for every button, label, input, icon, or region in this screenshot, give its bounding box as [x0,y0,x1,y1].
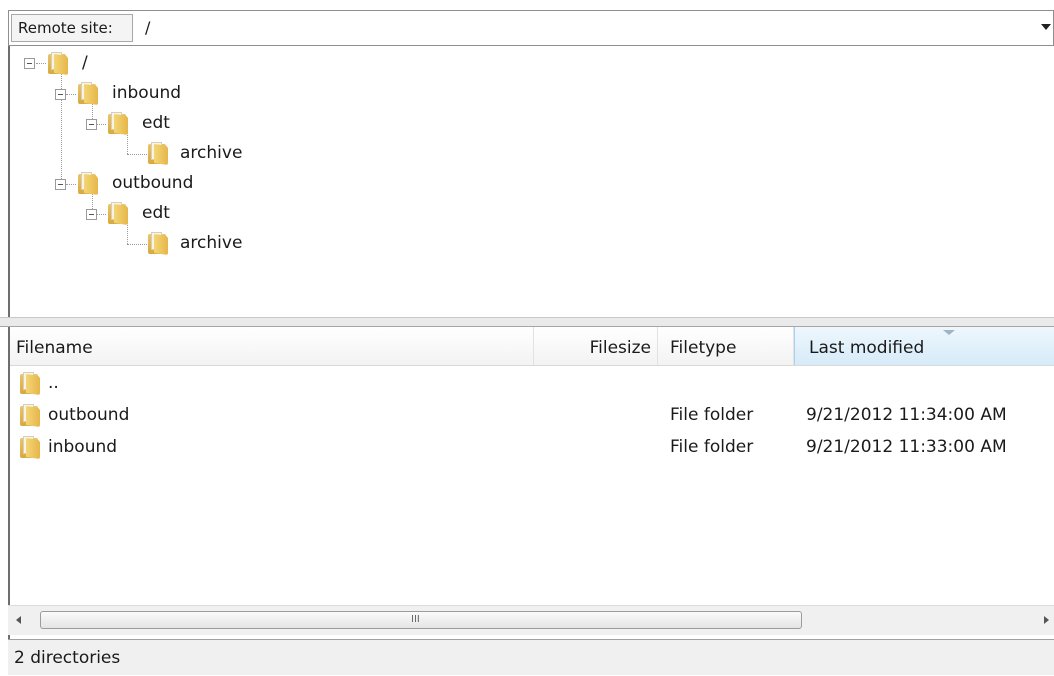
column-header-label: Filetype [670,338,737,358]
directory-tree: / inbound edt archive outbound edt archi… [8,46,1054,317]
folder-icon [20,372,40,395]
tree-line [66,184,76,185]
column-header-label: Last modified [809,338,925,358]
file-type: File folder [670,437,754,457]
sort-descending-icon [943,330,955,335]
tree-node-label: archive [180,233,243,253]
column-header-filesize[interactable]: Filesize [534,327,658,365]
column-header-label: Filename [16,338,93,358]
tree-collapse-icon[interactable] [55,179,66,190]
folder-icon [20,436,40,459]
tree-collapse-icon[interactable] [55,89,66,100]
status-text: 2 directories [14,648,121,668]
tree-node-label: edt [142,203,170,223]
scrollbar-grip: III [411,614,420,625]
scroll-right-icon[interactable] [1044,616,1049,624]
tree-node-label: inbound [112,83,182,103]
file-list-header: Filename Filesize Filetype Last modified [10,327,1054,366]
column-header-label: Filesize [589,338,651,358]
folder-icon [20,404,40,427]
column-header-filetype[interactable]: Filetype [658,327,794,365]
file-row[interactable]: .. [10,367,1054,399]
tree-line [96,214,106,215]
folder-icon [108,112,128,135]
folder-icon [148,232,168,255]
folder-icon [78,82,98,105]
file-name: inbound [48,437,118,457]
file-name: outbound [48,405,130,425]
file-list: Filename Filesize Filetype Last modified… [8,327,1054,639]
tree-line [36,63,46,64]
tree-line [66,94,76,95]
tree-node-label: / [82,53,88,73]
tree-collapse-icon[interactable] [86,209,97,220]
tree-line [127,222,128,244]
pane-splitter[interactable] [0,317,1054,327]
scrollbar-thumb[interactable]: III [40,611,802,629]
scroll-left-icon[interactable] [16,616,21,624]
folder-icon [148,142,168,165]
tree-node-label: edt [142,113,170,133]
status-bar: 2 directories [8,639,1054,675]
remote-path-input[interactable]: / [145,15,1027,41]
folder-icon [48,52,68,75]
remote-site-panel: Remote site: / / inbound edt archive out… [0,0,1054,675]
path-dropdown-icon[interactable] [1041,24,1051,30]
file-row[interactable]: outbound File folder 9/21/2012 11:34:00 … [10,399,1054,431]
tree-collapse-icon[interactable] [86,119,97,130]
column-header-last-modified[interactable]: Last modified [794,327,1054,365]
file-modified: 9/21/2012 11:34:00 AM [806,405,1007,425]
file-name: .. [48,373,59,393]
tree-node-label: archive [180,143,243,163]
folder-icon [108,202,128,225]
file-modified: 9/21/2012 11:33:00 AM [806,437,1007,457]
file-row[interactable]: inbound File folder 9/21/2012 11:33:00 A… [10,431,1054,463]
tree-node-label: outbound [112,173,194,193]
horizontal-scrollbar[interactable]: III [8,605,1054,635]
tree-line [96,124,106,125]
tree-collapse-icon[interactable] [24,58,35,69]
remote-site-bar: Remote site: / [8,10,1054,46]
remote-site-label: Remote site: [11,14,133,42]
column-header-filename[interactable]: Filename [10,327,534,365]
folder-icon [78,172,98,195]
tree-line [127,244,147,245]
file-type: File folder [670,405,754,425]
tree-line [127,154,147,155]
tree-line [127,132,128,154]
